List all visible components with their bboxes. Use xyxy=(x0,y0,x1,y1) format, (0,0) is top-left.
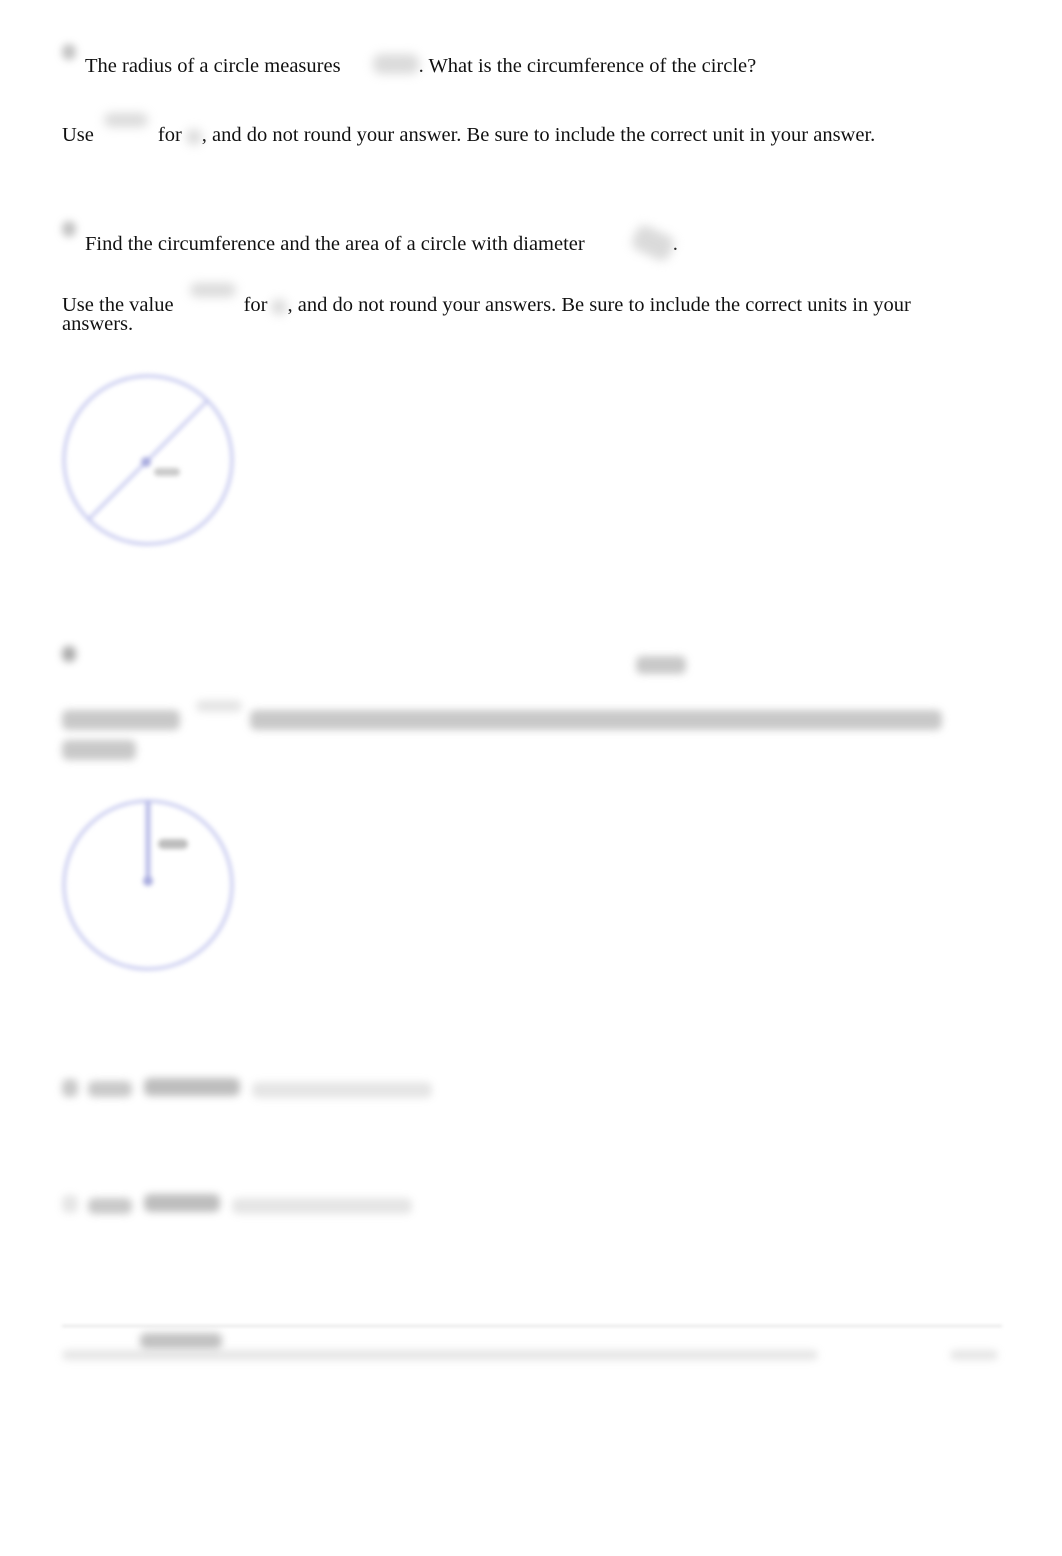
footer-logo xyxy=(140,1333,222,1349)
question-1-instruction: Use for , and do not round your answer. Be… xyxy=(62,113,875,147)
circle-diameter-figure xyxy=(62,374,234,546)
redacted-instruction-start xyxy=(62,710,180,730)
redacted-diameter-value xyxy=(629,222,677,264)
question-number-badge xyxy=(62,221,76,237)
footer-text xyxy=(62,1350,818,1360)
instruction-text-rest: , and do not round your answers. Be sure… xyxy=(287,294,911,316)
instruction-text-for: for xyxy=(157,124,182,146)
center-point xyxy=(141,457,151,467)
redacted-pi-value xyxy=(103,113,148,127)
answer-badge xyxy=(62,1079,78,1097)
question-number-badge xyxy=(62,44,76,60)
redacted-pi-value xyxy=(189,283,236,297)
redacted-radius-value xyxy=(372,54,419,74)
redacted-dimension-label xyxy=(158,839,188,849)
redacted-answer-value xyxy=(144,1078,240,1096)
instruction-text-use: Use xyxy=(62,124,94,146)
redacted-instruction-rest xyxy=(250,710,942,730)
question-2-instruction: Use the value for, and do not round your … xyxy=(62,283,911,317)
redacted-answer-note xyxy=(232,1198,412,1214)
question-number-badge xyxy=(62,646,76,662)
center-point xyxy=(143,876,153,886)
prompt-text-before: Find the circumference and the area of a… xyxy=(85,233,585,255)
instruction-text-for: for xyxy=(243,294,268,316)
prompt-text-after: . What is the circumference of the circl… xyxy=(418,55,757,77)
prompt-text-before: The radius of a circle measures xyxy=(85,55,341,77)
instruction-text-wrap: answers. xyxy=(62,313,134,335)
redacted-answer-label xyxy=(88,1198,132,1214)
redacted-pi-symbol xyxy=(185,129,202,145)
question-1-prompt: The radius of a circle measures . What is… xyxy=(85,54,756,78)
redacted-answer-value xyxy=(144,1194,220,1212)
question-2-prompt: Find the circumference and the area of a… xyxy=(85,222,678,264)
circle-radius-figure xyxy=(62,799,234,971)
redacted-answer-label xyxy=(88,1081,132,1097)
footer-page-number xyxy=(950,1350,998,1360)
redacted-dimension-label xyxy=(154,468,180,476)
instruction-text-rest: , and do not round your answer. Be sure … xyxy=(201,124,876,146)
redacted-pi-symbol xyxy=(271,299,288,315)
redacted-pi-value xyxy=(196,700,242,712)
answer-badge xyxy=(62,1195,78,1213)
redacted-measurement xyxy=(636,656,686,674)
footer-divider xyxy=(62,1325,1002,1327)
redacted-instruction-wrap xyxy=(62,740,136,760)
redacted-answer-note xyxy=(252,1082,432,1098)
